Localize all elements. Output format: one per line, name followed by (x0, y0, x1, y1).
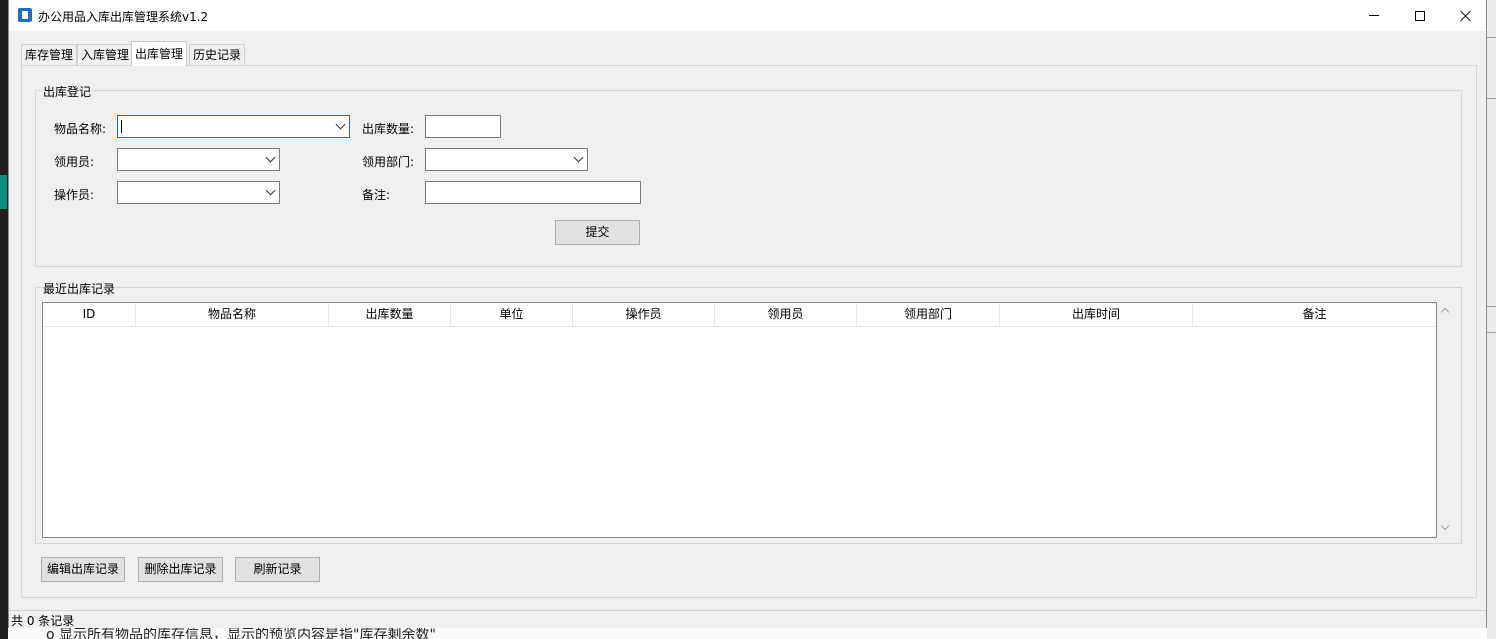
column-header-operator[interactable]: 操作员 (573, 303, 715, 327)
column-header-remark[interactable]: 备注 (1193, 303, 1436, 327)
chevron-down-icon (265, 152, 276, 163)
stock-out-form-group: 出库登记 物品名称: 出库数量: 领用员: 领用部门: 操作员: 备注: 提交 (35, 83, 1462, 267)
app-icon (18, 8, 32, 22)
item-name-combo[interactable] (117, 115, 350, 138)
column-header-quantity[interactable]: 出库数量 (329, 303, 451, 327)
form-group-title: 出库登记 (42, 83, 93, 100)
remark-input[interactable] (425, 181, 641, 204)
chevron-down-icon (265, 185, 276, 196)
column-header-unit[interactable]: 单位 (451, 303, 573, 327)
maximize-icon (1415, 10, 1425, 21)
quantity-input[interactable] (425, 115, 501, 138)
column-header-time[interactable]: 出库时间 (1000, 303, 1193, 327)
window-title: 办公用品入库出库管理系统v1.2 (38, 10, 209, 24)
background-document-strip: o 显示所有物品的库存信息，显示的预览内容是指"库存剩余数" (8, 628, 1487, 639)
text-cursor (121, 120, 122, 133)
quantity-label: 出库数量: (362, 122, 415, 136)
column-header-item-name[interactable]: 物品名称 (136, 303, 329, 327)
main-window: 办公用品入库出库管理系统v1.2 库存管理 入库管理 出库管理 历史记录 出库登… (8, 0, 1487, 628)
record-count-status: 共 0 条记录 (11, 614, 75, 628)
department-combo[interactable] (425, 148, 588, 171)
item-name-label: 物品名称: (54, 122, 107, 136)
chevron-down-icon (573, 152, 584, 163)
table-scrollbar[interactable] (1437, 301, 1454, 537)
operator-label: 操作员: (54, 188, 95, 202)
background-right-strip (1487, 0, 1496, 639)
column-header-id[interactable]: ID (43, 303, 136, 327)
operator-combo[interactable] (117, 181, 280, 204)
recipient-label: 领用员: (54, 155, 95, 169)
background-left-strip (0, 0, 8, 639)
records-group-title: 最近出库记录 (42, 280, 117, 297)
minimize-button[interactable] (1351, 0, 1397, 31)
table-header: ID 物品名称 出库数量 单位 操作员 领用员 领用部门 出库时间 备注 (43, 303, 1436, 327)
tab-inventory[interactable]: 库存管理 (21, 44, 78, 65)
background-accent-strip (0, 175, 7, 209)
close-icon (1460, 10, 1472, 22)
recipient-combo[interactable] (117, 148, 280, 171)
refresh-records-button[interactable]: 刷新记录 (235, 557, 320, 582)
tab-stock-out[interactable]: 出库管理 (131, 41, 188, 66)
delete-record-button[interactable]: 删除出库记录 (138, 557, 223, 582)
records-table[interactable]: ID 物品名称 出库数量 单位 操作员 领用员 领用部门 出库时间 备注 (42, 302, 1437, 538)
edit-record-button[interactable]: 编辑出库记录 (41, 557, 125, 582)
remark-label: 备注: (362, 188, 391, 202)
chevron-up-icon[interactable] (1440, 307, 1450, 317)
background-document-text: o 显示所有物品的库存信息，显示的预览内容是指"库存剩余数" (46, 628, 436, 639)
minimize-icon (1369, 15, 1379, 16)
title-bar[interactable]: 办公用品入库出库管理系统v1.2 (9, 0, 1486, 31)
tab-history[interactable]: 历史记录 (189, 44, 246, 65)
department-label: 领用部门: (362, 155, 415, 169)
column-header-department[interactable]: 领用部门 (857, 303, 1000, 327)
submit-button[interactable]: 提交 (555, 220, 640, 245)
tab-stock-in[interactable]: 入库管理 (77, 44, 134, 65)
column-header-recipient[interactable]: 领用员 (715, 303, 857, 327)
close-button[interactable] (1443, 0, 1489, 31)
tab-panel-stock-out: 出库登记 物品名称: 出库数量: 领用员: 领用部门: 操作员: 备注: 提交 … (21, 65, 1477, 598)
chevron-down-icon[interactable] (1440, 521, 1450, 531)
chevron-down-icon (335, 119, 346, 130)
maximize-button[interactable] (1397, 0, 1443, 31)
status-bar: 共 0 条记录 (9, 610, 1486, 628)
